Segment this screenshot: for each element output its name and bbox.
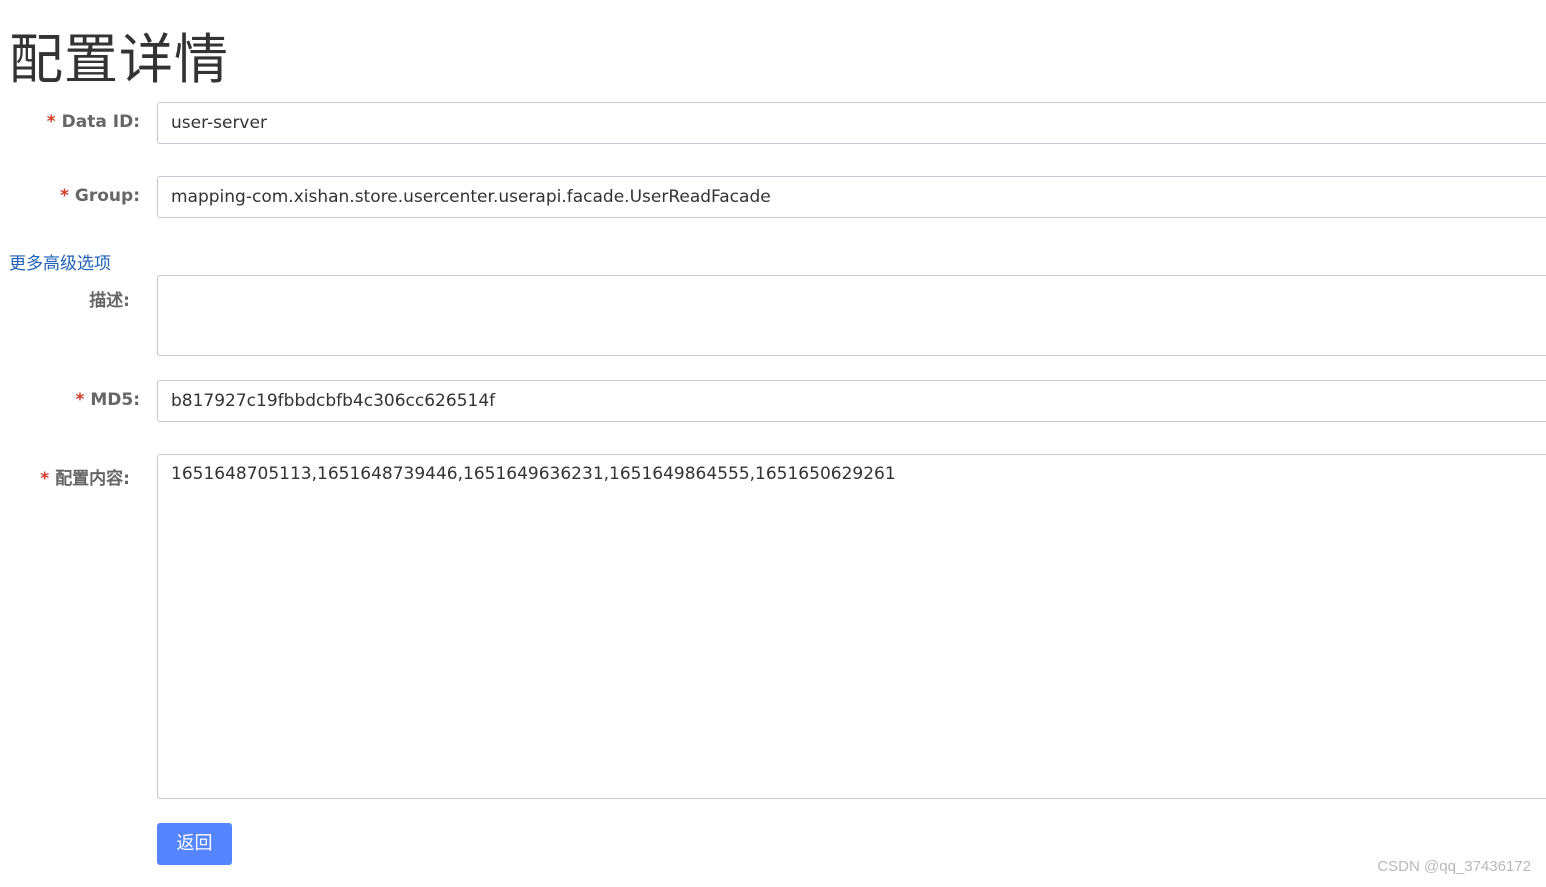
data-id-field[interactable]: user-server — [157, 102, 1546, 144]
required-mark: * — [60, 186, 69, 206]
description-label-text: 描述: — [89, 291, 130, 311]
config-content-value: 1651648705113,1651648739446,165164963623… — [171, 464, 896, 484]
required-mark: * — [46, 112, 56, 132]
group-label: * Group: — [60, 186, 140, 206]
md5-label: * MD5: — [75, 390, 140, 410]
config-content-label-text: 配置内容: — [55, 469, 130, 489]
md5-label-text: MD5: — [90, 390, 140, 410]
config-content-textarea[interactable]: 1651648705113,1651648739446,165164963623… — [157, 454, 1546, 799]
data-id-value: user-server — [171, 113, 267, 133]
required-mark: * — [75, 390, 85, 410]
group-field[interactable]: mapping-com.xishan.store.usercenter.user… — [157, 176, 1546, 218]
config-content-label: * 配置内容: — [40, 464, 130, 489]
md5-value: b817927c19fbbdcbfb4c306cc626514f — [171, 391, 496, 411]
group-value: mapping-com.xishan.store.usercenter.user… — [171, 187, 771, 207]
watermark: CSDN @qq_37436172 — [1377, 858, 1531, 875]
page-title: 配置详情 — [9, 28, 229, 91]
description-label: 描述: — [89, 286, 130, 311]
back-button[interactable]: 返回 — [157, 823, 232, 865]
description-textarea[interactable] — [157, 275, 1546, 356]
md5-field[interactable]: b817927c19fbbdcbfb4c306cc626514f — [157, 380, 1546, 422]
more-advanced-options-link[interactable]: 更多高级选项 — [9, 249, 111, 274]
required-mark: * — [40, 469, 50, 489]
data-id-label-text: Data ID: — [61, 112, 140, 132]
group-label-text: Group: — [74, 186, 140, 206]
data-id-label: * Data ID: — [47, 112, 140, 132]
